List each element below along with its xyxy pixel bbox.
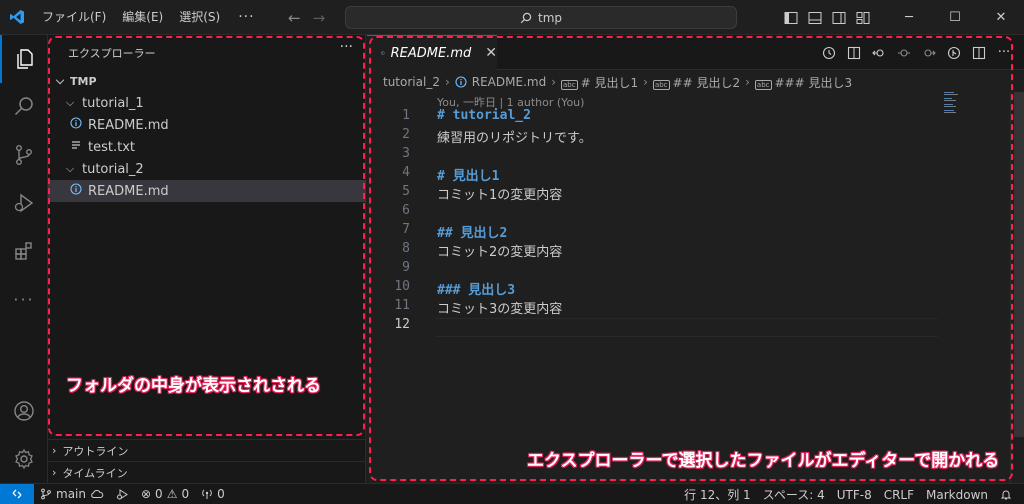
remote-indicator-icon[interactable] <box>0 483 34 504</box>
forward-arrow-icon[interactable]: → <box>313 9 326 27</box>
extensions-icon[interactable] <box>0 227 48 275</box>
warning-count: 0 <box>181 487 190 501</box>
ports-indicator[interactable]: 0 <box>195 487 231 501</box>
menu-edit[interactable]: 編集(E) <box>114 0 171 35</box>
status-bar: main ⊗ 0 ⚠ 0 0 行 12、列 1 スペース: 4 UTF-8 CR… <box>0 483 1024 504</box>
git-branch-icon <box>41 488 51 500</box>
branch-indicator[interactable]: main <box>34 487 110 501</box>
back-arrow-icon[interactable]: ← <box>288 9 301 27</box>
toggle-panel-icon[interactable] <box>808 11 822 25</box>
activity-bar: ··· <box>0 35 48 483</box>
error-icon: ⊗ <box>140 487 152 501</box>
accounts-icon[interactable] <box>0 387 48 435</box>
outline-section[interactable]: › アウトライン <box>48 439 366 461</box>
indentation[interactable]: スペース: 4 <box>757 486 831 503</box>
vscode-logo-icon <box>0 0 34 35</box>
command-center-text: tmp <box>537 10 562 25</box>
encoding[interactable]: UTF-8 <box>831 488 878 502</box>
menu-selection[interactable]: 選択(S) <box>171 0 228 35</box>
notifications-bell-icon[interactable] <box>994 489 1024 501</box>
menu-file[interactable]: ファイル(F) <box>34 0 114 35</box>
close-window-button[interactable]: ✕ <box>978 0 1024 35</box>
outline-label: アウトライン <box>62 444 129 458</box>
search-icon[interactable] <box>0 83 48 131</box>
settings-gear-icon[interactable] <box>0 435 48 483</box>
cursor-position[interactable]: 行 12、列 1 <box>678 486 757 503</box>
timeline-label: タイムライン <box>62 466 128 480</box>
editor-annotation-box <box>369 36 1013 481</box>
ports-count: 0 <box>217 487 225 501</box>
minimize-button[interactable]: ─ <box>886 0 932 35</box>
problems-indicator[interactable]: ⊗ 0 ⚠ 0 <box>135 487 195 501</box>
editor-annotation-text: エクスプローラーで選択したファイルがエディターで開かれる <box>527 451 1000 471</box>
language-mode[interactable]: Markdown <box>920 488 994 502</box>
debug-status[interactable] <box>110 488 135 501</box>
command-center-search[interactable]: tmp <box>345 6 737 29</box>
toggle-secondary-sidebar-icon[interactable] <box>832 11 846 25</box>
run-debug-icon[interactable] <box>0 179 48 227</box>
search-icon <box>520 12 532 23</box>
menu-more-button[interactable]: ··· <box>228 0 264 35</box>
timeline-section[interactable]: › タイムライン <box>48 461 366 483</box>
scrollbar-thumb[interactable] <box>1014 92 1024 437</box>
sync-cloud-icon <box>91 490 104 498</box>
warning-icon: ⚠ <box>166 487 178 501</box>
sidebar-annotation-text: フォルダの中身が表示されされる <box>66 376 321 396</box>
toggle-primary-sidebar-icon[interactable] <box>784 11 798 25</box>
chevron-right-icon: › <box>52 466 57 479</box>
error-count: 0 <box>155 487 163 501</box>
maximize-button[interactable]: ☐ <box>932 0 978 35</box>
customize-layout-icon[interactable] <box>856 11 870 25</box>
branch-name: main <box>56 487 86 501</box>
line-ending[interactable]: CRLF <box>878 488 920 502</box>
explorer-icon[interactable] <box>0 35 48 83</box>
broadcast-icon <box>202 489 212 499</box>
debug-alt-icon <box>116 488 128 500</box>
more-views-icon[interactable]: ··· <box>0 275 48 323</box>
chevron-right-icon: › <box>52 444 57 457</box>
source-control-icon[interactable] <box>0 131 48 179</box>
